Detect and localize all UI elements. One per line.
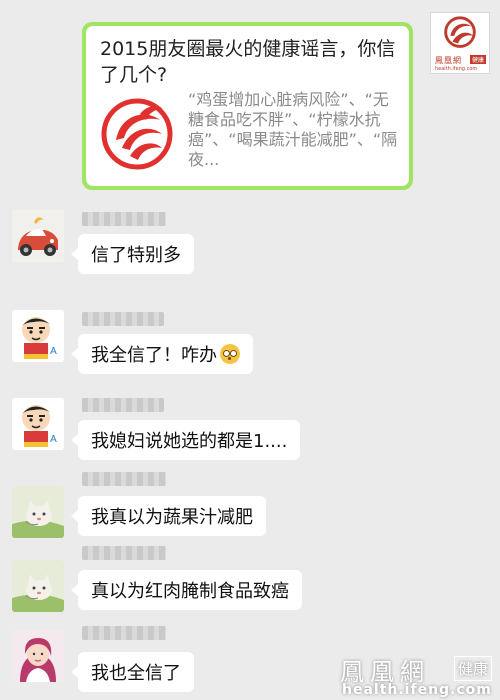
- message-bubble[interactable]: 我也全信了: [71, 652, 194, 692]
- avatar-brand-tag: 健康: [469, 55, 486, 64]
- shared-article-card-body: 2015朋友圈最火的健康谣言，你信了几个? “鸡蛋增加心脏病风险”、“无糖食品吃…: [86, 26, 409, 186]
- crayon-shinchan-avatar-icon: A: [12, 398, 64, 450]
- cat-avatar-icon: [12, 560, 64, 612]
- message-text: 信了特别多: [91, 245, 181, 266]
- shared-article-description: “鸡蛋增加心脏病风险”、“无糖食品吃不胖”、“柠檬水抗癌”、“喝果蔬汁能减肥”、…: [188, 90, 398, 169]
- message-text: 我也全信了: [91, 663, 181, 684]
- avatar-domain-text: health.ifeng.com: [435, 66, 478, 72]
- sender-name-blurred: [82, 472, 166, 486]
- ifeng-phoenix-logo-icon: [444, 16, 476, 48]
- message-bubble[interactable]: 真以为红肉腌制食品致癌: [71, 570, 302, 610]
- cat-avatar[interactable]: [12, 486, 64, 538]
- sender-name-blurred: [82, 398, 164, 412]
- message-bubble[interactable]: 信了特别多: [71, 234, 194, 274]
- cat-avatar-icon: [12, 486, 64, 538]
- ifeng-health-watermark: 鳳凰網 健康 health.ifeng.com: [336, 652, 500, 700]
- ifeng-phoenix-logo-icon: [101, 98, 173, 170]
- cat-avatar[interactable]: [12, 560, 64, 612]
- sender-name-blurred: [82, 626, 166, 640]
- woman-photo-avatar-icon: [12, 630, 64, 682]
- flushed-face-emoji-icon: [220, 344, 240, 364]
- woman-photo-avatar[interactable]: [12, 630, 64, 682]
- message-text: 我媳妇说她选的都是1....: [91, 431, 288, 452]
- message-bubble[interactable]: 我媳妇说她选的都是1....: [70, 420, 301, 460]
- sender-name-blurred: [82, 212, 166, 226]
- watermark-url: health.ifeng.com: [342, 682, 492, 698]
- shared-article-title: 2015朋友圈最火的健康谣言，你信了几个?: [100, 38, 396, 86]
- crayon-shinchan-avatar[interactable]: A: [12, 398, 64, 450]
- ifeng-health-avatar[interactable]: 鳳凰網 健康 health.ifeng.com: [430, 12, 490, 74]
- message-bubble[interactable]: 我真以为蔬果汁减肥: [71, 496, 266, 536]
- cartoon-car-avatar-icon: [12, 210, 64, 262]
- message-bubble[interactable]: 我全信了！咋办: [71, 334, 253, 374]
- crayon-shinchan-avatar-icon: A: [12, 310, 64, 362]
- cartoon-car-avatar[interactable]: [12, 210, 64, 262]
- message-text: 真以为红肉腌制食品致癌: [91, 581, 289, 602]
- watermark-tag: 健康: [454, 656, 493, 681]
- message-text: 我真以为蔬果汁减肥: [91, 507, 253, 528]
- sender-name-blurred: [82, 312, 164, 326]
- sender-name-blurred: [82, 546, 166, 560]
- svg-text:A: A: [50, 434, 57, 445]
- svg-text:A: A: [50, 346, 57, 357]
- avatar-brand-text: 鳳凰網: [435, 56, 462, 65]
- message-text: 我全信了！咋办: [91, 345, 217, 366]
- shared-article-card[interactable]: 2015朋友圈最火的健康谣言，你信了几个? “鸡蛋增加心脏病风险”、“无糖食品吃…: [82, 22, 413, 190]
- crayon-shinchan-avatar[interactable]: A: [12, 310, 64, 362]
